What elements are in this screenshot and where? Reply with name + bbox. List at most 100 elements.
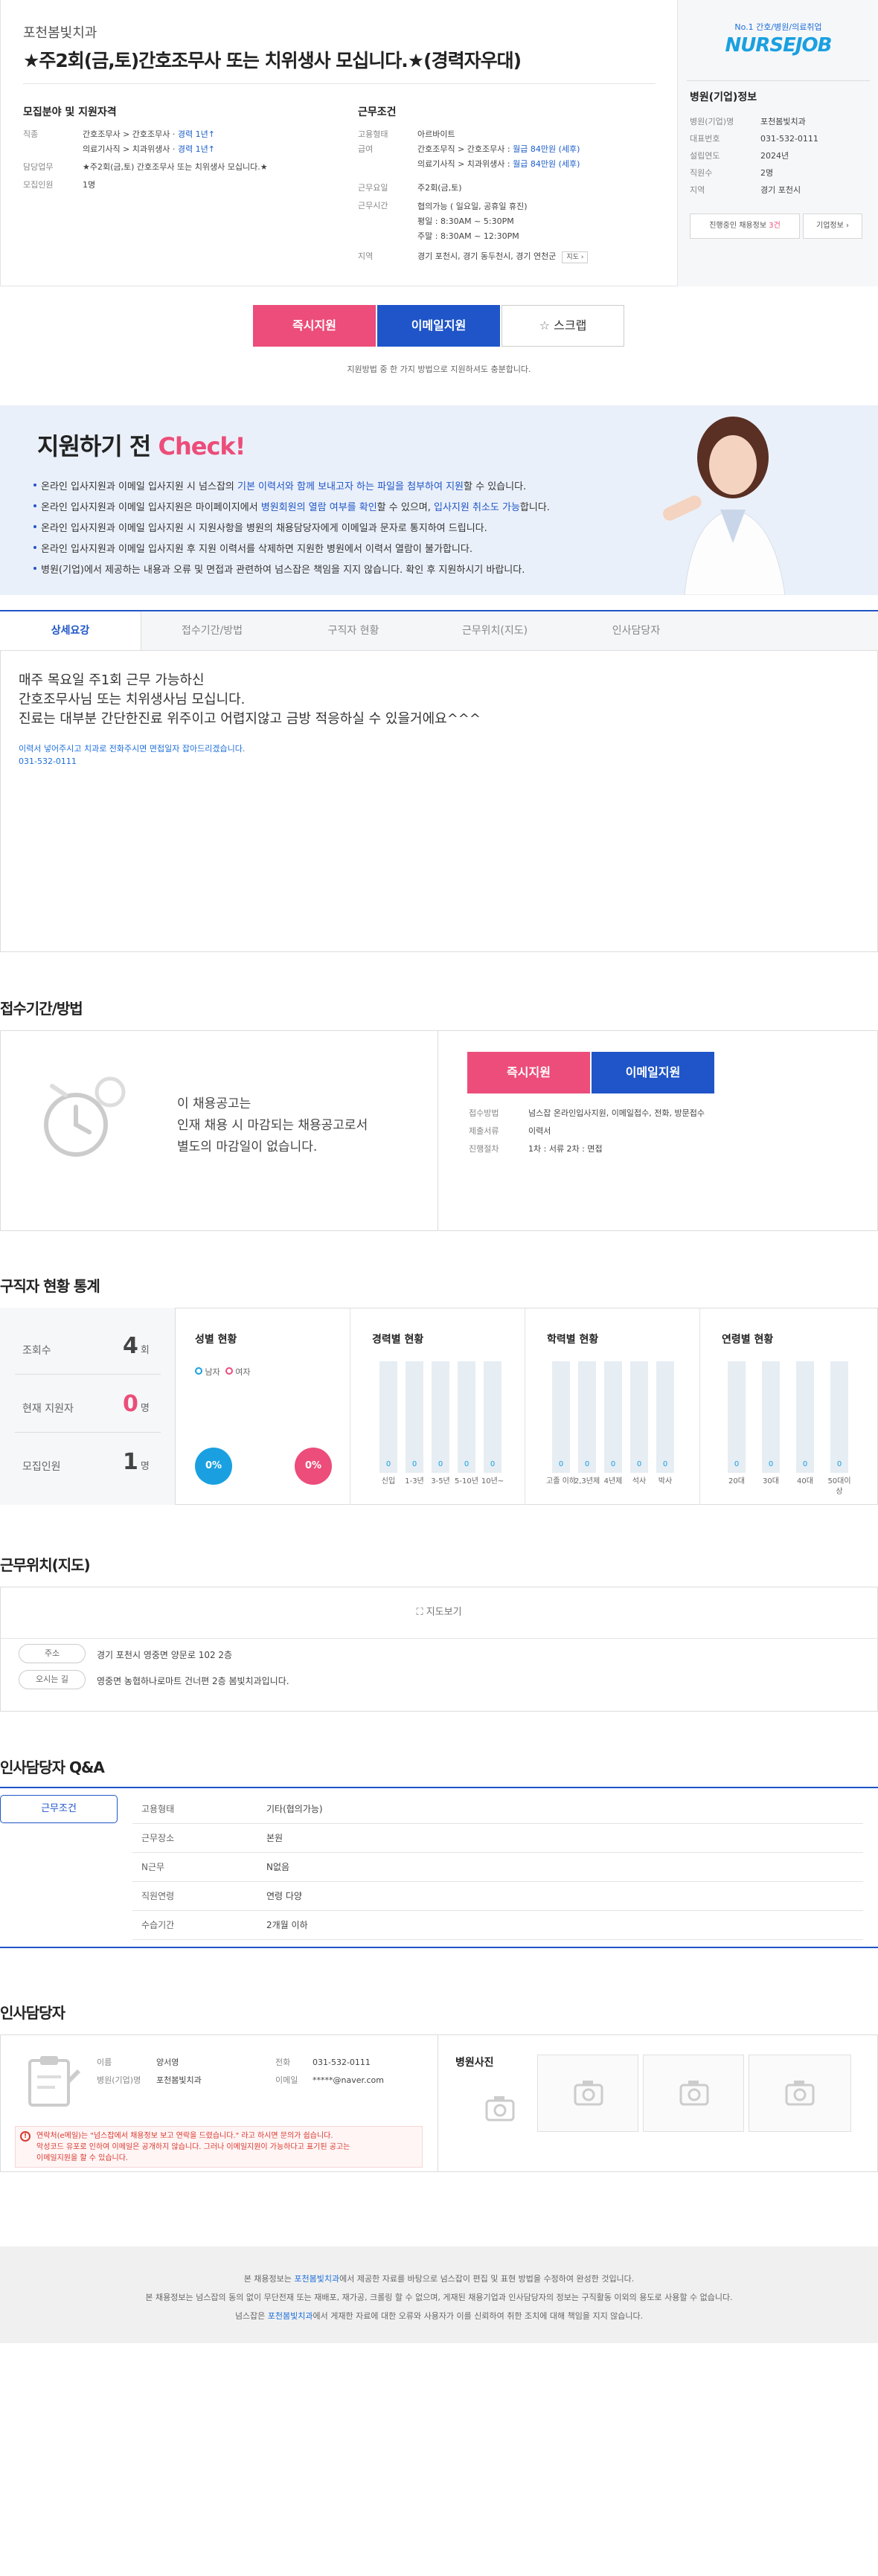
region-value: 경기 포천시, 경기 동두천시, 경기 연천군 [417, 251, 557, 261]
detail-line: 매주 목요일 주1회 근무 가능하신 [19, 672, 205, 688]
cond-key: 고용형태 [358, 129, 388, 139]
hospital-link[interactable]: 포천봄빛치과 [268, 2311, 313, 2321]
check-title: 지원하기 전 Check! [37, 428, 246, 462]
qual-value: 간호조무사 > 간호조무사 · [83, 129, 178, 139]
edu-bar-label: 고졸 이하 [546, 1477, 576, 1485]
age-bar-value: 0 [802, 1460, 808, 1468]
qa-row: 근무장소 본원 [132, 1824, 863, 1853]
edu-bar-label: 박사 [658, 1477, 673, 1485]
pay-line: 의료기사직 > 치과위생사 : [417, 159, 513, 169]
job-header: 포천봄빛치과 ★주2회(금,토)간호조무사 또는 치위생사 모십니다.★(경력자… [0, 0, 878, 286]
manager-heading: 인사담당자 [0, 2004, 65, 2022]
email-apply-button[interactable]: 이메일지원 [592, 1052, 714, 1093]
check-title-b: Check! [158, 432, 246, 460]
detail-body: 매주 목요일 주1회 근무 가능하신 간호조무사님 또는 치위생사님 모십니다.… [19, 671, 481, 729]
qual-key: 직종 [23, 129, 39, 139]
gender-legend: 남자 여자 [195, 1366, 251, 1378]
age-bar-value: 0 [734, 1460, 740, 1468]
age-bar [762, 1361, 780, 1473]
qual-key: 모집인원 [23, 180, 54, 190]
job-title: ★주2회(금,토)간호조무사 또는 치위생사 모십니다.★(경력자우대) [23, 50, 522, 71]
cond-key: 근무요일 [358, 183, 388, 193]
tab-applicants[interactable]: 구직자 현황 [283, 611, 424, 650]
female-dot-icon [225, 1367, 233, 1375]
pay-amount: 월급 84만원 (세후) [513, 144, 580, 154]
edu-bar-label: 2,3년제 [574, 1477, 600, 1485]
photos-title: 병원사진 [455, 2057, 494, 2069]
nurse-illustration [663, 417, 786, 595]
map-view-label: 지도보기 [426, 1607, 462, 1618]
qa-row: 직원연령 연령 다양 [132, 1882, 863, 1911]
qual-value: ★주2회(금,토) 간호조무사 또는 치위생사 모십니다.★ [83, 162, 268, 172]
career-bar-value: 0 [438, 1460, 443, 1468]
photo-slot[interactable] [537, 2055, 638, 2132]
employment-type: 아르바이트 [417, 129, 455, 139]
career-bar-label: 신입 [381, 1477, 396, 1485]
hospital-name[interactable]: 포천봄빛치과 [23, 22, 97, 42]
tab-period[interactable]: 접수기간/방법 [141, 611, 283, 650]
career-bar-value: 0 [464, 1460, 470, 1468]
warning-line: 연락처(e메일)는 "넘스잡에서 채용정보 보고 연락을 드렸습니다." 라고 … [36, 2132, 333, 2140]
map-view-button[interactable]: ⛶ 지도보기 [0, 1587, 878, 1639]
qual-value: 1명 [83, 180, 96, 190]
manager-email: *****@naver.com [313, 2075, 384, 2085]
logo-tagline: No.1 간호/병원/의료취업 [734, 22, 822, 32]
manager-name: 양서영 [156, 2058, 179, 2067]
tab-manager[interactable]: 인사담당자 [565, 611, 707, 650]
detail-contact: 이력서 넣어주시고 치과로 전화주시면 면접일자 잡아드리겠습니다. 031-5… [19, 742, 245, 768]
career-title: 경력별 현황 [372, 1334, 424, 1346]
qualification-heading: 모집분야 및 지원자격 [23, 106, 117, 118]
company-sidebar: No.1 간호/병원/의료취업 NURSEJOB 병원(기업)정보 병원(기업)… [678, 0, 878, 286]
warning-line: 이메일지원을 할 수 있습니다. [36, 2154, 129, 2162]
star-icon: ☆ [539, 318, 551, 333]
period-heading: 접수기간/방법 [0, 1000, 83, 1018]
company-key: 대표번호 [690, 134, 720, 144]
method-key: 접수방법 [469, 1108, 499, 1118]
instant-apply-button[interactable]: 즉시지원 [253, 305, 376, 347]
cond-row: 근무시간 협의가능 ( 일요일, 공휴일 휴진) 평일 : 8:30AM ~ 5… [358, 199, 670, 244]
edu-bar [656, 1361, 674, 1473]
photo-slot[interactable] [643, 2055, 744, 2132]
scrap-button[interactable]: ☆ 스크랩 [502, 305, 624, 347]
method-value: 넘스잡 온라인입사지원, 이메일접수, 전화, 방문접수 [528, 1108, 705, 1118]
disclaimer-line: 본 채용정보는 포천봄빛치과에서 제공한 자료를 바탕으로 넘스잡이 편집 및 … [243, 2274, 635, 2284]
camera-icon [485, 2096, 515, 2121]
photo-slot[interactable] [455, 2075, 542, 2132]
nursejob-logo[interactable]: NURSEJOB [678, 34, 878, 57]
company-info-button[interactable]: 기업정보 › [803, 213, 862, 239]
qa-heading: 인사담당자 Q&A [0, 1758, 105, 1776]
edu-bar-value: 0 [610, 1460, 616, 1468]
manager-hospital: 포천봄빛치과 [156, 2075, 202, 2085]
contact-phone: 031-532-0111 [19, 757, 77, 766]
map-button[interactable]: 지도 › [562, 251, 589, 263]
cond-key: 급여 [358, 144, 374, 154]
divider [699, 1308, 700, 1505]
email-apply-button[interactable]: 이메일지원 [377, 305, 500, 347]
period-msg-line: 별도의 마감일이 없습니다. [177, 1140, 318, 1154]
career-bar [484, 1361, 502, 1473]
tab-location[interactable]: 근무위치(지도) [424, 611, 565, 650]
manager-phone: 031-532-0111 [313, 2058, 371, 2067]
contact-line: 이력서 넣어주시고 치과로 전화주시면 면접일자 잡아드리겠습니다. [19, 744, 246, 754]
method-value: 이력서 [528, 1126, 551, 1136]
qual-value: 의료기사직 > 치과위생사 · [83, 144, 178, 154]
recruit-label: 모집인원 [22, 1461, 61, 1473]
hospital-link[interactable]: 포천봄빛치과 [294, 2274, 339, 2284]
pay-line: 간호조무직 > 간호조무사 : [417, 144, 513, 154]
age-bar [796, 1361, 814, 1473]
career-badge: 경력 1년↑ [177, 144, 215, 154]
edu-title: 학력별 현황 [547, 1334, 599, 1346]
instant-apply-button[interactable]: 즉시지원 [467, 1052, 590, 1093]
disclaimer-line: 넘스잡은 포천봄빛치과에서 게재한 자료에 대한 오류와 사용자가 이를 신뢰하… [234, 2311, 644, 2321]
scrap-label: 스크랩 [554, 318, 587, 333]
period-msg-line: 인재 채용 시 마감되는 채용공고로서 [177, 1118, 368, 1133]
qa-tab-conditions[interactable]: 근무조건 [0, 1795, 118, 1823]
edu-bar-value: 0 [662, 1460, 668, 1468]
company-info-heading: 병원(기업)정보 [690, 91, 757, 103]
ongoing-jobs-button[interactable]: 진행중인 채용정보 3건 [690, 213, 800, 239]
tab-detail[interactable]: 상세요강 [0, 611, 141, 650]
alarm-clock-icon [44, 1076, 126, 1157]
photo-slot[interactable] [749, 2055, 851, 2132]
edu-bar [552, 1361, 570, 1473]
career-bar-label: 5-10년 [455, 1477, 478, 1485]
